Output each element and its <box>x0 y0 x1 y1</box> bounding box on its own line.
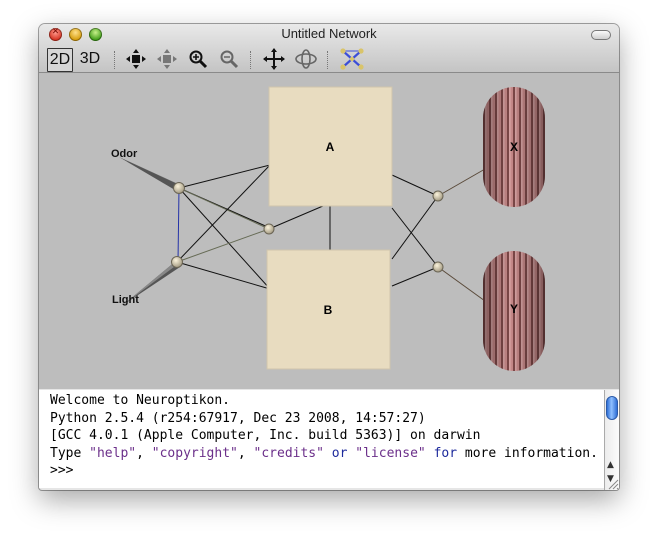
console-string: "help" <box>89 445 137 461</box>
scroll-thumb[interactable] <box>606 396 618 420</box>
motor-neuron-y-node[interactable] <box>432 261 444 273</box>
console-line: [GCC 4.0.1 (Apple Computer, Inc. build 5… <box>50 428 481 443</box>
console-text: Type <box>50 445 90 461</box>
network-window: Untitled Network 2D 3D <box>39 24 619 490</box>
console-line: Welcome to Neuroptikon. <box>50 393 231 408</box>
resize-grip-icon[interactable] <box>606 477 619 490</box>
toolbar-separator <box>327 51 328 69</box>
region-a-label: A <box>326 140 335 154</box>
motor-neuron-x-node[interactable] <box>432 190 444 202</box>
console-text: , <box>136 445 152 461</box>
console-string: "license" <box>355 445 426 461</box>
window-title: Untitled Network <box>281 26 377 41</box>
toolbar-separator <box>114 51 115 69</box>
console-prompt[interactable]: >>> <box>50 463 73 478</box>
console-line-type: Type "help", "copyright", "credits" or "… <box>50 446 598 461</box>
muscle-x-label: X <box>510 140 518 154</box>
console-string: "credits" <box>253 445 324 461</box>
region-b-label: B <box>324 303 333 317</box>
console-text: more information. <box>457 445 598 461</box>
scroll-up-arrow-icon[interactable]: ▲ <box>607 460 614 470</box>
console-keyword: for <box>433 445 458 461</box>
network-canvas[interactable]: A B X Y Odor Light <box>39 73 619 389</box>
toolbar-separator <box>250 51 251 69</box>
title-bar[interactable]: Untitled Network 2D 3D <box>39 24 619 73</box>
view-3d-button[interactable]: 3D <box>77 48 103 70</box>
neural-network-icon[interactable] <box>339 48 365 70</box>
fit-selection-icon[interactable] <box>156 48 178 70</box>
pan-icon[interactable] <box>263 48 285 70</box>
zoom-out-icon[interactable] <box>218 48 240 70</box>
console-text: , <box>237 445 254 461</box>
toolbar-toggle-button[interactable] <box>591 30 611 40</box>
light-neuron-node[interactable] <box>171 256 183 268</box>
python-console[interactable]: Welcome to Neuroptikon. Python 2.5.4 (r2… <box>39 390 604 488</box>
console-keyword: or <box>323 445 356 461</box>
odor-label: Odor <box>111 148 138 160</box>
console-string: "copyright" <box>151 445 238 461</box>
light-label: Light <box>112 294 139 306</box>
odor-neuron-node[interactable] <box>173 182 185 194</box>
console-scrollbar[interactable]: ▲ ▼ <box>604 390 619 490</box>
zoom-in-icon[interactable] <box>187 48 209 70</box>
fit-network-icon[interactable] <box>125 48 147 70</box>
stimulus-cones <box>119 157 180 305</box>
interneuron-node[interactable] <box>263 223 275 235</box>
console-line: Python 2.5.4 (r254:67917, Dec 23 2008, 1… <box>50 410 426 426</box>
rotate-icon[interactable] <box>294 48 318 70</box>
muscle-y-label: Y <box>510 302 518 316</box>
view-2d-button[interactable]: 2D <box>47 48 73 72</box>
